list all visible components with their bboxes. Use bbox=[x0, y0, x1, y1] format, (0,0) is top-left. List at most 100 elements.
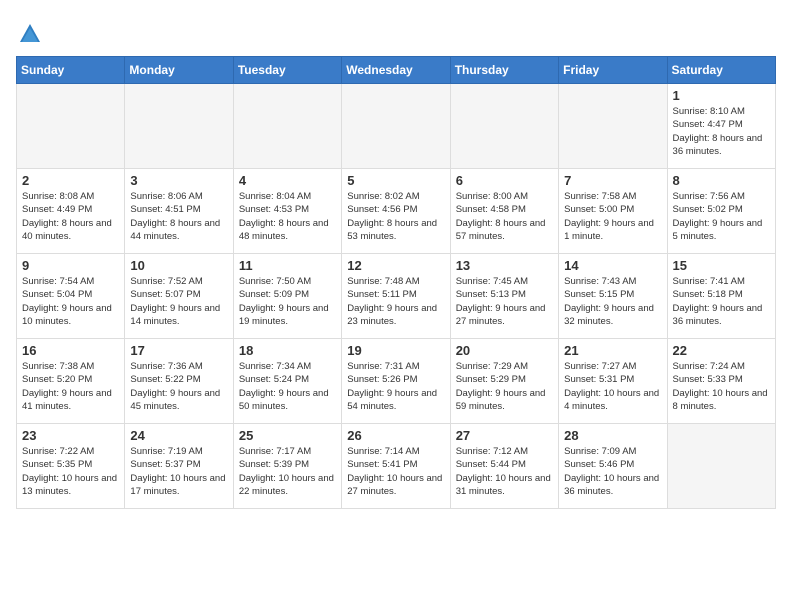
day-cell: 19 Sunrise: 7:31 AM Sunset: 5:26 PM Dayli… bbox=[342, 339, 450, 424]
logo bbox=[16, 20, 48, 48]
day-info: Sunrise: 7:45 AM Sunset: 5:13 PM Dayligh… bbox=[456, 275, 553, 328]
col-header-thursday: Thursday bbox=[450, 57, 558, 84]
calendar-table: SundayMondayTuesdayWednesdayThursdayFrid… bbox=[16, 56, 776, 509]
col-header-tuesday: Tuesday bbox=[233, 57, 341, 84]
day-cell: 11 Sunrise: 7:50 AM Sunset: 5:09 PM Dayli… bbox=[233, 254, 341, 339]
day-number: 11 bbox=[239, 258, 336, 273]
week-row-4: 16 Sunrise: 7:38 AM Sunset: 5:20 PM Dayli… bbox=[17, 339, 776, 424]
day-number: 28 bbox=[564, 428, 661, 443]
day-number: 6 bbox=[456, 173, 553, 188]
day-number: 24 bbox=[130, 428, 227, 443]
day-number: 18 bbox=[239, 343, 336, 358]
day-number: 27 bbox=[456, 428, 553, 443]
day-info: Sunrise: 7:52 AM Sunset: 5:07 PM Dayligh… bbox=[130, 275, 227, 328]
day-info: Sunrise: 8:00 AM Sunset: 4:58 PM Dayligh… bbox=[456, 190, 553, 243]
day-number: 23 bbox=[22, 428, 119, 443]
col-header-saturday: Saturday bbox=[667, 57, 775, 84]
day-cell bbox=[342, 84, 450, 169]
day-cell: 24 Sunrise: 7:19 AM Sunset: 5:37 PM Dayli… bbox=[125, 424, 233, 509]
day-cell: 28 Sunrise: 7:09 AM Sunset: 5:46 PM Dayli… bbox=[559, 424, 667, 509]
day-info: Sunrise: 7:12 AM Sunset: 5:44 PM Dayligh… bbox=[456, 445, 553, 498]
day-info: Sunrise: 8:02 AM Sunset: 4:56 PM Dayligh… bbox=[347, 190, 444, 243]
day-info: Sunrise: 7:43 AM Sunset: 5:15 PM Dayligh… bbox=[564, 275, 661, 328]
day-cell bbox=[125, 84, 233, 169]
day-info: Sunrise: 7:31 AM Sunset: 5:26 PM Dayligh… bbox=[347, 360, 444, 413]
week-row-1: 1Sunrise: 8:10 AM Sunset: 4:47 PM Daylig… bbox=[17, 84, 776, 169]
day-info: Sunrise: 7:38 AM Sunset: 5:20 PM Dayligh… bbox=[22, 360, 119, 413]
day-number: 20 bbox=[456, 343, 553, 358]
day-info: Sunrise: 7:34 AM Sunset: 5:24 PM Dayligh… bbox=[239, 360, 336, 413]
day-cell: 2 Sunrise: 8:08 AM Sunset: 4:49 PM Daylig… bbox=[17, 169, 125, 254]
day-number: 16 bbox=[22, 343, 119, 358]
day-info: Sunrise: 7:50 AM Sunset: 5:09 PM Dayligh… bbox=[239, 275, 336, 328]
day-cell: 3 Sunrise: 8:06 AM Sunset: 4:51 PM Daylig… bbox=[125, 169, 233, 254]
day-cell bbox=[450, 84, 558, 169]
day-number: 22 bbox=[673, 343, 770, 358]
day-number: 14 bbox=[564, 258, 661, 273]
day-info: Sunrise: 7:56 AM Sunset: 5:02 PM Dayligh… bbox=[673, 190, 770, 243]
col-header-friday: Friday bbox=[559, 57, 667, 84]
day-cell: 22 Sunrise: 7:24 AM Sunset: 5:33 PM Dayli… bbox=[667, 339, 775, 424]
day-number: 9 bbox=[22, 258, 119, 273]
day-cell: 7Sunrise: 7:58 AM Sunset: 5:00 PM Daylig… bbox=[559, 169, 667, 254]
col-header-sunday: Sunday bbox=[17, 57, 125, 84]
day-number: 12 bbox=[347, 258, 444, 273]
day-number: 8 bbox=[673, 173, 770, 188]
week-row-3: 9 Sunrise: 7:54 AM Sunset: 5:04 PM Daylig… bbox=[17, 254, 776, 339]
day-info: Sunrise: 7:29 AM Sunset: 5:29 PM Dayligh… bbox=[456, 360, 553, 413]
logo-icon bbox=[16, 20, 44, 48]
day-info: Sunrise: 7:24 AM Sunset: 5:33 PM Dayligh… bbox=[673, 360, 770, 413]
day-info: Sunrise: 7:22 AM Sunset: 5:35 PM Dayligh… bbox=[22, 445, 119, 498]
day-cell: 9 Sunrise: 7:54 AM Sunset: 5:04 PM Daylig… bbox=[17, 254, 125, 339]
day-number: 1 bbox=[673, 88, 770, 103]
day-info: Sunrise: 7:58 AM Sunset: 5:00 PM Dayligh… bbox=[564, 190, 661, 243]
day-cell: 4 Sunrise: 8:04 AM Sunset: 4:53 PM Daylig… bbox=[233, 169, 341, 254]
day-cell: 12 Sunrise: 7:48 AM Sunset: 5:11 PM Dayli… bbox=[342, 254, 450, 339]
day-number: 17 bbox=[130, 343, 227, 358]
day-info: Sunrise: 8:08 AM Sunset: 4:49 PM Dayligh… bbox=[22, 190, 119, 243]
day-info: Sunrise: 7:54 AM Sunset: 5:04 PM Dayligh… bbox=[22, 275, 119, 328]
day-cell: 15Sunrise: 7:41 AM Sunset: 5:18 PM Dayli… bbox=[667, 254, 775, 339]
week-row-2: 2 Sunrise: 8:08 AM Sunset: 4:49 PM Daylig… bbox=[17, 169, 776, 254]
day-cell: 1Sunrise: 8:10 AM Sunset: 4:47 PM Daylig… bbox=[667, 84, 775, 169]
day-cell: 13Sunrise: 7:45 AM Sunset: 5:13 PM Dayli… bbox=[450, 254, 558, 339]
day-cell: 16 Sunrise: 7:38 AM Sunset: 5:20 PM Dayli… bbox=[17, 339, 125, 424]
day-cell: 21 Sunrise: 7:27 AM Sunset: 5:31 PM Dayli… bbox=[559, 339, 667, 424]
day-cell bbox=[667, 424, 775, 509]
day-number: 10 bbox=[130, 258, 227, 273]
day-number: 5 bbox=[347, 173, 444, 188]
day-info: Sunrise: 7:09 AM Sunset: 5:46 PM Dayligh… bbox=[564, 445, 661, 498]
day-info: Sunrise: 8:06 AM Sunset: 4:51 PM Dayligh… bbox=[130, 190, 227, 243]
col-header-wednesday: Wednesday bbox=[342, 57, 450, 84]
day-cell: 14 Sunrise: 7:43 AM Sunset: 5:15 PM Dayli… bbox=[559, 254, 667, 339]
day-cell: 23 Sunrise: 7:22 AM Sunset: 5:35 PM Dayli… bbox=[17, 424, 125, 509]
day-cell: 5 Sunrise: 8:02 AM Sunset: 4:56 PM Daylig… bbox=[342, 169, 450, 254]
day-info: Sunrise: 7:17 AM Sunset: 5:39 PM Dayligh… bbox=[239, 445, 336, 498]
day-info: Sunrise: 7:36 AM Sunset: 5:22 PM Dayligh… bbox=[130, 360, 227, 413]
day-cell bbox=[17, 84, 125, 169]
day-number: 26 bbox=[347, 428, 444, 443]
day-cell bbox=[559, 84, 667, 169]
week-row-5: 23 Sunrise: 7:22 AM Sunset: 5:35 PM Dayli… bbox=[17, 424, 776, 509]
day-cell: 17 Sunrise: 7:36 AM Sunset: 5:22 PM Dayli… bbox=[125, 339, 233, 424]
day-cell: 8 Sunrise: 7:56 AM Sunset: 5:02 PM Daylig… bbox=[667, 169, 775, 254]
day-cell: 25Sunrise: 7:17 AM Sunset: 5:39 PM Dayli… bbox=[233, 424, 341, 509]
day-number: 19 bbox=[347, 343, 444, 358]
day-info: Sunrise: 7:19 AM Sunset: 5:37 PM Dayligh… bbox=[130, 445, 227, 498]
day-cell: 27 Sunrise: 7:12 AM Sunset: 5:44 PM Dayli… bbox=[450, 424, 558, 509]
day-info: Sunrise: 7:27 AM Sunset: 5:31 PM Dayligh… bbox=[564, 360, 661, 413]
day-cell bbox=[233, 84, 341, 169]
day-number: 21 bbox=[564, 343, 661, 358]
header bbox=[16, 16, 776, 48]
day-number: 4 bbox=[239, 173, 336, 188]
day-cell: 6 Sunrise: 8:00 AM Sunset: 4:58 PM Daylig… bbox=[450, 169, 558, 254]
day-cell: 20 Sunrise: 7:29 AM Sunset: 5:29 PM Dayli… bbox=[450, 339, 558, 424]
header-row: SundayMondayTuesdayWednesdayThursdayFrid… bbox=[17, 57, 776, 84]
day-info: Sunrise: 7:48 AM Sunset: 5:11 PM Dayligh… bbox=[347, 275, 444, 328]
day-info: Sunrise: 8:04 AM Sunset: 4:53 PM Dayligh… bbox=[239, 190, 336, 243]
day-number: 3 bbox=[130, 173, 227, 188]
day-cell: 10 Sunrise: 7:52 AM Sunset: 5:07 PM Dayli… bbox=[125, 254, 233, 339]
day-cell: 18 Sunrise: 7:34 AM Sunset: 5:24 PM Dayli… bbox=[233, 339, 341, 424]
day-number: 2 bbox=[22, 173, 119, 188]
day-number: 15 bbox=[673, 258, 770, 273]
